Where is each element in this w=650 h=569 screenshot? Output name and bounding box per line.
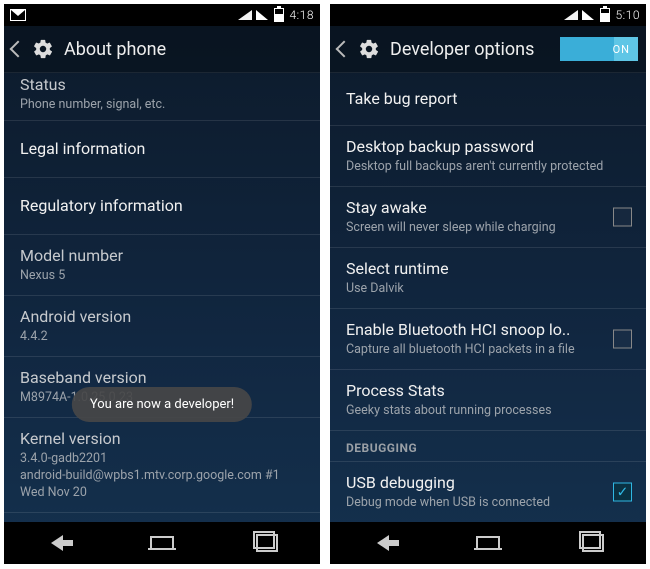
recents-icon	[256, 534, 278, 552]
item-bluetooth-hci-snoop[interactable]: Enable Bluetooth HCI snoop lo.. Capture …	[330, 309, 646, 370]
item-status[interactable]: Status Phone number, signal, etc.	[4, 67, 320, 121]
status-clock: 4:18	[290, 8, 315, 22]
item-kernel-version[interactable]: Kernel version 3.4.0-gadb2201 android-bu…	[4, 418, 320, 513]
gear-icon	[358, 38, 380, 60]
settings-list: Status Phone number, signal, etc. Legal …	[4, 67, 320, 522]
item-sub3: Wed Nov 20	[20, 485, 304, 500]
item-label: Process Stats	[346, 381, 630, 401]
item-label: Kernel version	[20, 429, 304, 449]
chevron-left-icon	[336, 41, 353, 58]
item-build-number[interactable]: Build number KOT49H	[4, 513, 320, 522]
item-label: Desktop backup password	[346, 137, 630, 157]
action-bar[interactable]: About phone	[4, 26, 320, 73]
item-label: Enable Bluetooth HCI snoop lo..	[346, 320, 630, 340]
item-model-number[interactable]: Model number Nexus 5	[4, 235, 320, 296]
home-icon	[150, 536, 174, 550]
section-debugging: DEBUGGING	[330, 431, 646, 462]
back-icon	[51, 535, 63, 551]
item-label: Select runtime	[346, 259, 630, 279]
back-icon	[377, 535, 389, 551]
item-label: Take bug report	[346, 89, 630, 109]
item-sub: 3.4.0-gadb2201	[20, 451, 304, 466]
cell-signal-icon	[582, 10, 594, 20]
item-label: Android version	[20, 307, 304, 327]
wifi-icon	[238, 10, 252, 20]
battery-icon	[600, 8, 610, 22]
item-sub: Capture all bluetooth HCI packets in a f…	[346, 342, 630, 357]
status-clock: 5:10	[616, 8, 641, 22]
checkbox[interactable]	[613, 208, 632, 227]
action-bar[interactable]: Developer options ON	[330, 26, 646, 73]
battery-icon	[274, 8, 284, 22]
gmail-icon	[10, 9, 26, 21]
nav-recent-button[interactable]	[579, 532, 607, 554]
item-select-runtime[interactable]: Select runtime Use Dalvik	[330, 248, 646, 309]
item-sub: Screen will never sleep while charging	[346, 220, 630, 235]
item-android-version[interactable]: Android version 4.4.2	[4, 296, 320, 357]
item-usb-debugging[interactable]: USB debugging Debug mode when USB is con…	[330, 462, 646, 522]
nav-home-button[interactable]	[148, 532, 176, 554]
item-sub: Desktop full backups aren't currently pr…	[346, 159, 630, 174]
item-sub: Geeky stats about running processes	[346, 403, 630, 418]
item-label: Stay awake	[346, 198, 630, 218]
item-label: Model number	[20, 246, 304, 266]
recents-icon	[582, 534, 604, 552]
item-sub2: android-build@wpbs1.mtv.corp.google.com …	[20, 468, 304, 483]
item-sub: 4.4.2	[20, 329, 304, 344]
item-label: Regulatory information	[20, 196, 304, 216]
nav-home-button[interactable]	[474, 532, 502, 554]
nav-bar	[330, 522, 646, 564]
item-legal-information[interactable]: Legal information	[4, 121, 320, 178]
checkbox[interactable]: ✓	[613, 483, 632, 502]
item-stay-awake[interactable]: Stay awake Screen will never sleep while…	[330, 187, 646, 248]
nav-recent-button[interactable]	[253, 532, 281, 554]
item-label: Baseband version	[20, 368, 304, 388]
gear-icon	[32, 38, 54, 60]
checkbox[interactable]	[613, 330, 632, 349]
item-label: Legal information	[20, 139, 304, 159]
phone-right: 5:10 Developer options ON Take bug repor…	[330, 4, 646, 564]
settings-list: Take bug report Desktop backup password …	[330, 73, 646, 522]
page-title: Developer options	[390, 39, 534, 60]
wifi-icon	[564, 10, 578, 20]
item-sub: Phone number, signal, etc.	[20, 97, 304, 112]
chevron-left-icon	[10, 41, 27, 58]
developer-options-toggle[interactable]: ON	[560, 37, 638, 61]
item-regulatory-information[interactable]: Regulatory information	[4, 178, 320, 235]
toast: You are now a developer!	[72, 387, 252, 422]
item-sub: Use Dalvik	[346, 281, 630, 296]
status-bar: 5:10	[330, 4, 646, 26]
nav-back-button[interactable]	[369, 532, 397, 554]
phone-left: 4:18 About phone Status Phone number, si…	[4, 4, 320, 564]
item-desktop-backup-password[interactable]: Desktop backup password Desktop full bac…	[330, 126, 646, 187]
home-icon	[476, 536, 500, 550]
cell-signal-icon	[256, 10, 268, 20]
page-title: About phone	[64, 39, 166, 60]
item-process-stats[interactable]: Process Stats Geeky stats about running …	[330, 370, 646, 431]
item-sub: Nexus 5	[20, 268, 304, 283]
item-take-bug-report[interactable]: Take bug report	[330, 73, 646, 126]
nav-bar	[4, 522, 320, 564]
status-bar: 4:18	[4, 4, 320, 26]
item-label: Status	[20, 75, 304, 95]
nav-back-button[interactable]	[43, 532, 71, 554]
item-label: USB debugging	[346, 473, 630, 493]
item-sub: Debug mode when USB is connected	[346, 495, 630, 510]
